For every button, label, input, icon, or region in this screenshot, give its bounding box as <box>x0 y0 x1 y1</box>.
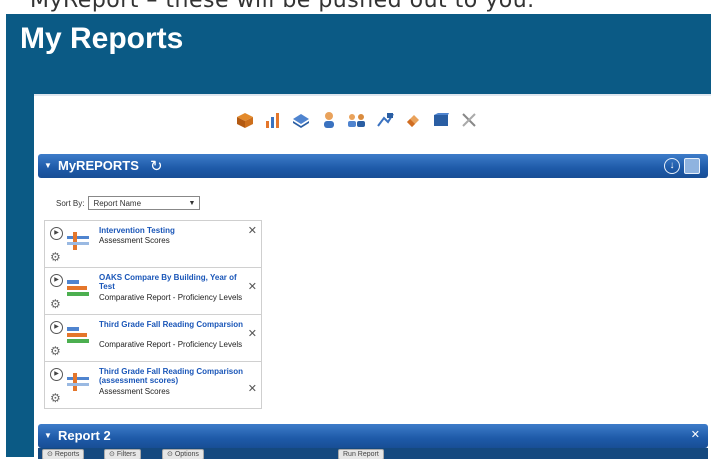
gear-icon[interactable]: ⚙ <box>50 344 61 358</box>
flag-icon[interactable] <box>374 109 396 131</box>
report-thumbnail-icon <box>67 373 89 391</box>
run-report-icon[interactable]: ▶ <box>50 321 63 334</box>
report-title-link[interactable]: Third Grade Fall Reading Comparison (ass… <box>99 367 247 385</box>
close-icon[interactable]: ✕ <box>248 280 257 293</box>
report-title-link[interactable]: Intervention Testing <box>99 226 247 235</box>
tools-icon[interactable] <box>458 109 480 131</box>
close-icon[interactable]: ✕ <box>248 382 257 395</box>
reports-button[interactable]: ⊙ Reports <box>42 449 85 459</box>
page-title: My Reports <box>20 22 184 55</box>
run-report-icon[interactable]: ▶ <box>50 274 63 287</box>
report-card: ▶ ⚙ Third Grade Fall Reading Comparsion … <box>45 315 261 362</box>
report2-toolbar: ⊙ Reports ⊙ Filters ⊙ Options Run Report <box>38 448 708 459</box>
caption-text: MyReport – these will be pushed out to y… <box>30 0 535 13</box>
collapse-arrow-icon[interactable]: ▼ <box>44 431 52 440</box>
report-thumbnail-icon <box>67 280 89 296</box>
download-icon[interactable]: ↓ <box>664 158 680 174</box>
report-type: Assessment Scores <box>99 387 170 396</box>
report-list: ▶ ⚙ Intervention Testing Assessment Scor… <box>44 220 262 409</box>
sort-value: Report Name <box>93 199 142 208</box>
options-button[interactable]: ⊙ Options <box>162 449 204 459</box>
reports-frame: My Reports ▼ MyREPORTS ↻ ↓ Sort By: Repo… <box>6 14 711 459</box>
group-icon[interactable] <box>346 109 368 131</box>
sort-control: Sort By: Report Name ▼ <box>56 196 201 210</box>
myreports-title: MyREPORTS <box>58 158 139 173</box>
sort-label: Sort By: <box>56 198 85 208</box>
cube-icon[interactable] <box>234 109 256 131</box>
layers-icon[interactable] <box>290 109 312 131</box>
myreports-bar: ▼ MyREPORTS ↻ ↓ <box>38 154 708 178</box>
report-title-link[interactable]: OAKS Compare By Building, Year of Test <box>99 273 247 291</box>
gear-icon[interactable]: ⚙ <box>50 391 61 405</box>
collapse-arrow-icon[interactable]: ▼ <box>44 161 52 170</box>
caption-fragment: MyReport – these will be pushed out to y… <box>0 0 717 14</box>
minimize-icon[interactable] <box>684 158 700 174</box>
close-icon[interactable]: ✕ <box>248 224 257 237</box>
eraser-icon[interactable] <box>402 109 424 131</box>
filters-button[interactable]: ⊙ Filters <box>104 449 141 459</box>
refresh-icon[interactable]: ↻ <box>150 157 163 175</box>
sort-select[interactable]: Report Name ▼ <box>88 196 201 210</box>
run-report-icon[interactable]: ▶ <box>50 227 63 240</box>
report-card: ▶ ⚙ Intervention Testing Assessment Scor… <box>45 221 261 268</box>
gear-icon[interactable]: ⚙ <box>50 297 61 311</box>
chevron-down-icon: ▼ <box>188 200 196 207</box>
bar-chart-icon[interactable] <box>262 109 284 131</box>
report-thumbnail-icon <box>67 232 89 250</box>
report-title-link[interactable]: Third Grade Fall Reading Comparsion <box>99 320 247 329</box>
book-icon[interactable] <box>430 109 452 131</box>
report-type: Comparative Report - Proficiency Levels <box>99 340 243 349</box>
gear-icon[interactable]: ⚙ <box>50 250 61 264</box>
report-thumbnail-icon <box>67 327 89 343</box>
run-report-button[interactable]: Run Report <box>338 449 384 459</box>
report2-title: Report 2 <box>58 428 111 443</box>
report-card: ▶ ⚙ Third Grade Fall Reading Comparison … <box>45 362 261 408</box>
run-report-icon[interactable]: ▶ <box>50 368 63 381</box>
report-type: Assessment Scores <box>99 236 170 245</box>
person-icon[interactable] <box>318 109 340 131</box>
report2-bar: ▼ Report 2 ✕ <box>38 424 708 448</box>
report-type: Comparative Report - Proficiency Levels <box>99 293 243 302</box>
report-card: ▶ ⚙ OAKS Compare By Building, Year of Te… <box>45 268 261 315</box>
close-icon[interactable]: ✕ <box>248 327 257 340</box>
reports-panel: ▼ MyREPORTS ↻ ↓ Sort By: Report Name ▼ ▶… <box>34 94 711 459</box>
close-icon[interactable]: ✕ <box>691 428 700 441</box>
toolbar <box>234 100 480 140</box>
